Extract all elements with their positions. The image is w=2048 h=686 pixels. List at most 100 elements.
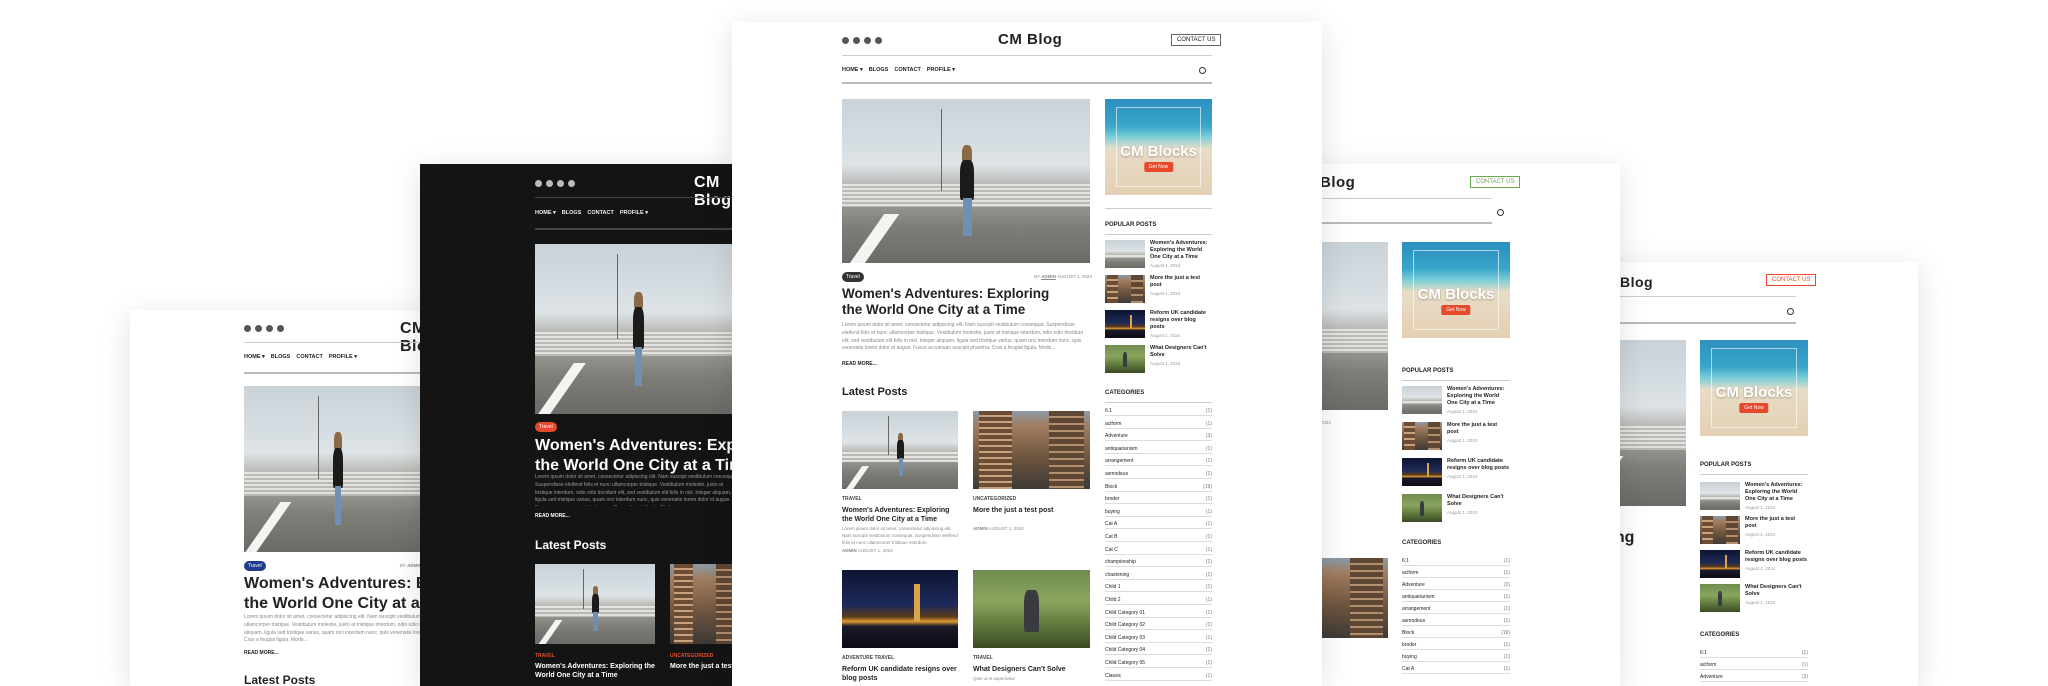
search-icon[interactable] — [1497, 209, 1504, 216]
post-title[interactable]: Reform UK candidate resigns over blog po… — [842, 665, 960, 683]
facebook-icon[interactable] — [535, 180, 542, 187]
popular-post-thumbnail[interactable] — [1105, 345, 1145, 373]
contact-button[interactable]: CONTACT US — [1766, 274, 1817, 286]
popular-post-thumbnail[interactable] — [1105, 240, 1145, 268]
post-title[interactable]: Women's Adventures: Exploring the World … — [535, 662, 657, 680]
linkedin-icon[interactable] — [853, 37, 860, 44]
category-item[interactable]: broder (1) — [1105, 496, 1212, 505]
popular-post-item[interactable]: What Designers Can't Solve August 1, 2024 — [1105, 345, 1212, 373]
category-item[interactable]: Child Category 02 (1) — [1105, 622, 1212, 631]
site-logo[interactable]: CM Blog — [998, 31, 1062, 48]
read-more-link[interactable]: READ MORE... — [842, 361, 877, 367]
post-category[interactable]: TRAVEL — [973, 655, 993, 661]
category-item[interactable]: Child Category 04 (1) — [1105, 647, 1212, 656]
category-item[interactable]: Cat C (1) — [1105, 547, 1212, 555]
nav-blogs[interactable]: BLOGS — [271, 354, 291, 360]
category-item[interactable]: antiquarianism (1) — [1402, 594, 1510, 602]
category-item[interactable]: asmodeus (1) — [1402, 618, 1510, 626]
banner-button[interactable]: Get Now — [1739, 403, 1769, 414]
category-item[interactable]: arrangement (1) — [1402, 606, 1510, 614]
post-thumbnail[interactable] — [842, 411, 958, 489]
banner-image[interactable]: CM Blocks Get Now — [1700, 340, 1808, 436]
popular-post-item[interactable]: More the just a test post August 1, 2024 — [1700, 516, 1808, 544]
category-item[interactable]: Adventure (3) — [1402, 582, 1510, 590]
nav-profile[interactable]: PROFILE ▾ — [927, 67, 955, 73]
popular-post-thumbnail[interactable] — [1402, 458, 1442, 486]
post-thumbnail[interactable] — [973, 411, 1090, 489]
post-category[interactable]: UNCATEGORIZED — [973, 496, 1016, 502]
category-item[interactable]: aciform (1) — [1105, 421, 1212, 429]
category-item[interactable]: 6:1 (1) — [1700, 650, 1808, 658]
post-thumbnail[interactable] — [973, 570, 1090, 648]
post-category[interactable]: ADVENTURE TRAVEL — [842, 655, 894, 661]
search-icon[interactable] — [1199, 67, 1206, 74]
read-more-link[interactable]: READ MORE... — [535, 513, 570, 519]
instagram-icon[interactable] — [568, 180, 575, 187]
post-title[interactable]: Women's Adventures: Exploring the World … — [842, 506, 960, 524]
category-item[interactable]: Adventure (3) — [1105, 433, 1212, 442]
popular-post-thumbnail[interactable] — [1700, 482, 1740, 510]
pinterest-icon[interactable] — [557, 180, 564, 187]
nav-contact[interactable]: CONTACT — [296, 354, 322, 360]
banner-button[interactable]: Get Now — [1143, 162, 1174, 173]
category-item[interactable]: Cat B (1) — [1105, 534, 1212, 542]
hero-image[interactable] — [244, 386, 430, 552]
post-thumbnail[interactable] — [842, 570, 958, 648]
category-item[interactable]: 6:1 (1) — [1105, 408, 1212, 416]
post-thumbnail[interactable] — [535, 564, 655, 644]
linkedin-icon[interactable] — [546, 180, 553, 187]
popular-post-item[interactable]: Women's Adventures: Exploring the World … — [1402, 386, 1510, 414]
popular-post-item[interactable]: Reform UK candidate resigns over blog po… — [1402, 458, 1510, 486]
hero-image[interactable] — [842, 99, 1090, 263]
category-item[interactable]: Block (19) — [1105, 484, 1212, 492]
category-item[interactable]: Child 2 (1) — [1105, 597, 1212, 605]
category-item[interactable]: championship (1) — [1105, 559, 1212, 568]
popular-post-thumbnail[interactable] — [1105, 310, 1145, 338]
hero-image[interactable] — [535, 244, 740, 414]
popular-post-item[interactable]: Reform UK candidate resigns over blog po… — [1700, 550, 1808, 578]
category-badge[interactable]: Travel — [535, 422, 557, 432]
category-item[interactable]: Child Category 01 (1) — [1105, 610, 1212, 618]
post-title[interactable]: What Designers Can't Solve — [973, 665, 1091, 674]
popular-post-thumbnail[interactable] — [1402, 422, 1442, 450]
category-item[interactable]: buying (1) — [1402, 654, 1510, 662]
post-category[interactable]: TRAVEL — [535, 653, 555, 659]
category-item[interactable]: Classic (1) — [1105, 673, 1212, 681]
category-item[interactable]: antiquarianism (1) — [1105, 446, 1212, 454]
banner-image[interactable]: CM Blocks Get Now — [1402, 242, 1510, 338]
instagram-icon[interactable] — [875, 37, 882, 44]
popular-post-thumbnail[interactable] — [1105, 275, 1145, 303]
popular-post-item[interactable]: More the just a test post August 1, 2024 — [1402, 422, 1510, 450]
linkedin-icon[interactable] — [255, 325, 262, 332]
popular-post-thumbnail[interactable] — [1402, 494, 1442, 522]
post-category[interactable]: TRAVEL — [842, 496, 862, 502]
popular-post-thumbnail[interactable] — [1700, 550, 1740, 578]
post-thumbnail[interactable] — [670, 564, 740, 644]
category-item[interactable]: broder (1) — [1402, 642, 1510, 650]
category-item[interactable]: 6:1 (1) — [1402, 558, 1510, 566]
category-item[interactable]: Child 1 (1) — [1105, 584, 1212, 593]
nav-contact[interactable]: CONTACT — [587, 210, 613, 216]
category-item[interactable]: Child Category 03 (1) — [1105, 635, 1212, 643]
site-logo[interactable]: Blog — [1620, 274, 1653, 290]
popular-post-item[interactable]: What Designers Can't Solve August 1, 2024 — [1700, 584, 1808, 612]
nav-home[interactable]: HOME ▾ — [535, 210, 556, 216]
popular-post-thumbnail[interactable] — [1700, 584, 1740, 612]
popular-post-item[interactable]: Women's Adventures: Exploring the World … — [1105, 240, 1212, 268]
popular-post-item[interactable]: More the just a test post August 1, 2024 — [1105, 275, 1212, 303]
category-badge[interactable]: Travel — [244, 561, 266, 571]
category-item[interactable]: Adventure (3) — [1700, 674, 1808, 682]
category-item[interactable]: aciform (1) — [1700, 662, 1808, 670]
pinterest-icon[interactable] — [266, 325, 273, 332]
category-item[interactable]: asmodeus (1) — [1105, 471, 1212, 479]
hero-title[interactable]: Women's Adventures: Exploringthe World O… — [842, 286, 1090, 319]
category-item[interactable]: chastening (1) — [1105, 572, 1212, 580]
popular-post-item[interactable]: Reform UK candidate resigns over blog po… — [1105, 310, 1212, 338]
post-category[interactable]: UNCATEGORIZED — [670, 653, 713, 659]
nav-profile[interactable]: PROFILE ▾ — [620, 210, 648, 216]
category-item[interactable]: arrangement (1) — [1105, 458, 1212, 467]
nav-home[interactable]: HOME ▾ — [244, 354, 265, 360]
nav-profile[interactable]: PROFILE ▾ — [329, 354, 357, 360]
category-badge[interactable]: Travel — [842, 272, 864, 282]
popular-post-thumbnail[interactable] — [1700, 516, 1740, 544]
